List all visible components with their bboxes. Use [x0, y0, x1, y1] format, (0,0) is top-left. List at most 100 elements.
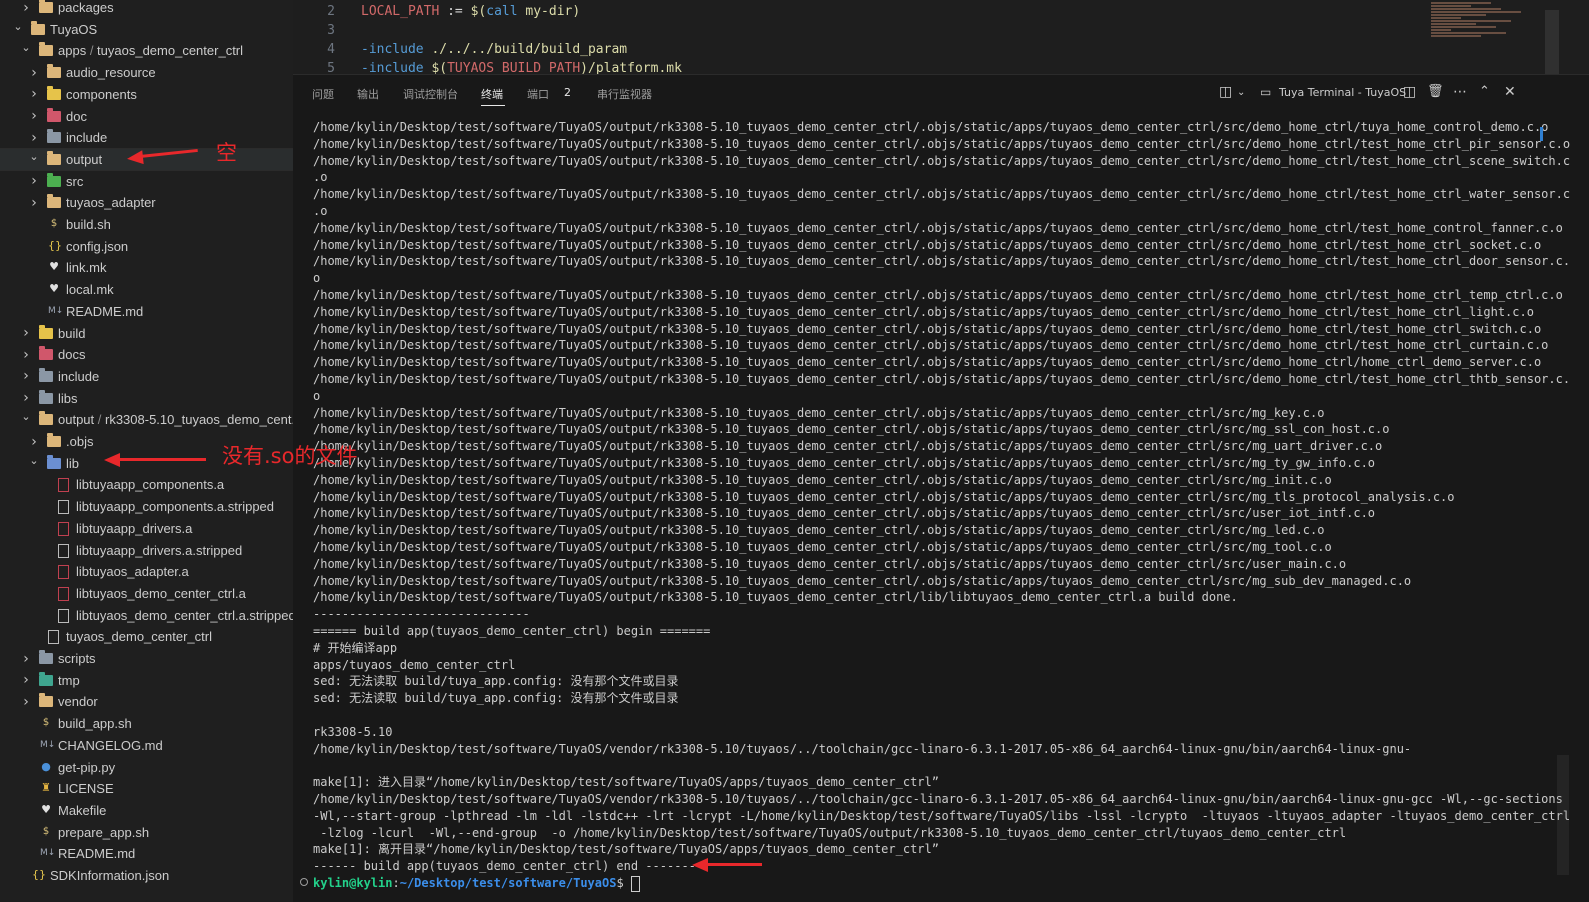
tree-item[interactable]: $ prepare_app.sh — [0, 822, 293, 843]
split-terminal-icon[interactable]: ◫ — [1403, 84, 1416, 100]
chevron-right-icon[interactable]: › — [20, 368, 32, 384]
chevron-right-icon[interactable]: › — [28, 434, 40, 450]
code-line[interactable]: 2 LOCAL_PATH := $(call my-dir) — [293, 4, 1393, 23]
terminal-output[interactable]: /home/kylin/Desktop/test/software/TuyaOS… — [313, 119, 1570, 899]
tree-item-label: apps / tuyaos_demo_center_ctrl — [58, 43, 243, 58]
tree-item[interactable]: › tuyaos_adapter — [0, 192, 293, 213]
tree-item[interactable]: M↓ CHANGELOG.md — [0, 735, 293, 756]
chevron-down-icon[interactable]: ⌄ — [20, 410, 32, 423]
tree-item[interactable]: ♥ local.mk — [0, 279, 293, 300]
tree-item[interactable]: › tmp — [0, 670, 293, 691]
tree-item[interactable]: › build — [0, 323, 293, 344]
chevron-right-icon[interactable]: › — [28, 195, 40, 211]
more-actions-icon[interactable]: ⋯ — [1453, 84, 1467, 100]
tree-item[interactable]: ♥ link.mk — [0, 257, 293, 278]
tree-item[interactable]: libtuyaapp_drivers.a.stripped — [0, 540, 293, 561]
chevron-right-icon[interactable]: › — [20, 672, 32, 688]
tree-item[interactable]: ♥ Makefile — [0, 800, 293, 821]
chevron-down-icon[interactable]: ⌄ — [28, 454, 40, 467]
tree-item[interactable]: › include — [0, 366, 293, 387]
panel-tab[interactable]: 端口 — [527, 86, 549, 102]
chevron-down-icon[interactable]: ⌄ — [1237, 87, 1245, 98]
chevron-right-icon[interactable]: › — [28, 130, 40, 146]
tree-item[interactable]: › components — [0, 84, 293, 105]
tree-item[interactable]: › vendor — [0, 691, 293, 712]
tree-item-label: packages — [58, 0, 114, 15]
terminal-name[interactable]: Tuya Terminal - TuyaOS — [1279, 86, 1406, 99]
tree-item[interactable]: ⌄ output — [0, 147, 293, 171]
chevron-right-icon[interactable]: › — [20, 694, 32, 710]
panel-tab[interactable]: 输出 — [357, 86, 379, 102]
tree-item[interactable]: › scripts — [0, 648, 293, 669]
tree-item[interactable]: › audio_resource — [0, 62, 293, 83]
terminal-line: /home/kylin/Desktop/test/software/TuyaOS… — [313, 288, 1563, 302]
maximize-panel-icon[interactable]: ⌃ — [1479, 84, 1490, 99]
tree-item[interactable]: M↓ README.md — [0, 843, 293, 864]
tree-item-label-part: output — [58, 412, 95, 428]
terminal-line: o — [313, 388, 321, 403]
tree-item[interactable]: ⌄ output / rk3308-5.10_tuyaos_demo_cent..… — [0, 409, 293, 430]
tree-item[interactable]: libtuyaos_demo_center_ctrl.a.stripped — [0, 605, 293, 626]
minimap-line — [1431, 5, 1471, 7]
tree-item[interactable]: ⌄ TuyaOS — [0, 19, 293, 40]
tree-item[interactable]: M↓ README.md — [0, 301, 293, 322]
chevron-right-icon[interactable]: › — [20, 0, 32, 16]
terminal-scrollbar[interactable] — [1557, 755, 1569, 875]
panel-tab[interactable]: 串行监视器 — [597, 86, 652, 102]
panel-tab[interactable]: 终端 — [481, 86, 503, 102]
editor-scrollbar[interactable] — [1545, 10, 1559, 74]
terminal-prompt[interactable]: kylin@kylin:~/Desktop/test/software/Tuya… — [313, 875, 640, 892]
chevron-right-icon[interactable]: › — [28, 86, 40, 102]
tree-item[interactable]: › include — [0, 127, 293, 148]
line-number: 5 — [327, 61, 335, 74]
code-line[interactable]: 3 — [293, 23, 1393, 42]
tree-item[interactable]: › src — [0, 171, 293, 192]
minimap[interactable] — [1431, 0, 1541, 74]
tree-item-label: lib — [66, 455, 80, 471]
chevron-right-icon[interactable]: › — [20, 325, 32, 341]
tree-item[interactable]: libtuyaos_demo_center_ctrl.a — [0, 583, 293, 604]
panel-tab[interactable]: 调试控制台 — [403, 86, 458, 102]
prompt-decoration-icon — [300, 878, 308, 886]
chevron-right-icon[interactable]: › — [20, 347, 32, 363]
tree-item[interactable]: $ build_app.sh — [0, 713, 293, 734]
tree-item[interactable]: {} SDKInformation.json — [0, 865, 293, 886]
tree-item[interactable]: libtuyaapp_components.a — [0, 474, 293, 495]
folder-icon — [39, 0, 53, 13]
chevron-down-icon[interactable]: ⌄ — [20, 41, 32, 54]
tree-item[interactable]: ● get-pip.py — [0, 757, 293, 778]
code-line[interactable]: 5 -include $(TUYAOS_BUILD_PATH)/platform.… — [293, 61, 1393, 74]
heart-file-icon: ♥ — [49, 282, 59, 296]
tree-item[interactable]: libtuyaapp_components.a.stripped — [0, 496, 293, 517]
tree-item[interactable]: › libs — [0, 388, 293, 409]
tree-item[interactable]: › docs — [0, 344, 293, 365]
tree-item[interactable]: tuyaos_demo_center_ctrl — [0, 626, 293, 647]
chevron-right-icon[interactable]: › — [20, 390, 32, 406]
tree-item[interactable]: › packages — [0, 0, 293, 18]
chevron-right-icon[interactable]: › — [28, 173, 40, 189]
tree-item[interactable]: {} config.json — [0, 236, 293, 257]
terminal-line: /home/kylin/Desktop/test/software/TuyaOS… — [313, 590, 1238, 605]
code-line[interactable]: 4 -include ./../../build/build_param — [293, 42, 1393, 61]
tree-item[interactable]: › doc — [0, 106, 293, 127]
chevron-down-icon[interactable]: ⌄ — [12, 20, 24, 33]
close-panel-icon[interactable]: ✕ — [1504, 84, 1516, 100]
tree-item-label: .objs — [66, 434, 94, 449]
terminal-line: /home/kylin/Desktop/test/software/TuyaOS… — [313, 439, 1383, 454]
split-layout-icon[interactable]: ◫ — [1219, 84, 1232, 100]
chevron-right-icon[interactable]: › — [28, 65, 40, 81]
tree-item[interactable]: libtuyaos_adapter.a — [0, 561, 293, 582]
tree-item[interactable]: libtuyaapp_drivers.a — [0, 518, 293, 539]
tree-item[interactable]: $ build.sh — [0, 214, 293, 235]
terminal-line: apps/tuyaos_demo_center_ctrl — [313, 657, 516, 672]
tree-item[interactable]: ⌄ apps / tuyaos_demo_center_ctrl — [0, 40, 293, 61]
chevron-right-icon[interactable]: › — [20, 651, 32, 667]
tree-item[interactable]: ♜ LICENSE — [0, 778, 293, 799]
minimap-line — [1431, 26, 1496, 28]
chevron-right-icon[interactable]: › — [28, 108, 40, 124]
chevron-down-icon[interactable]: ⌄ — [28, 150, 40, 163]
panel-tab[interactable]: 问题 — [312, 86, 334, 102]
trash-icon[interactable]: 🗑 — [1427, 84, 1444, 99]
code-editor[interactable]: 2 LOCAL_PATH := $(call my-dir) 3 4 -include … — [293, 0, 1589, 74]
tree-item-label: components — [66, 86, 137, 102]
